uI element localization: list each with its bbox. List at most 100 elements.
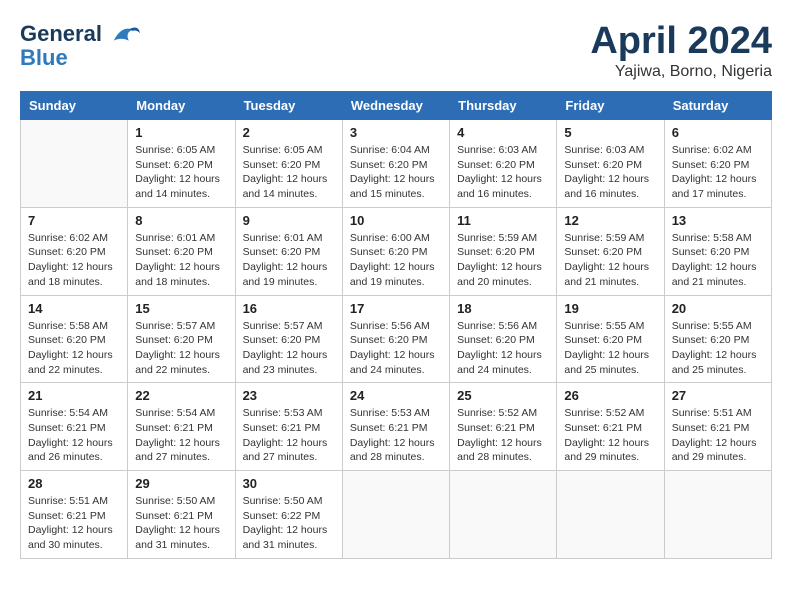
- day-number: 27: [672, 388, 764, 403]
- weekday-header-row: SundayMondayTuesdayWednesdayThursdayFrid…: [21, 92, 772, 120]
- calendar-cell: 12Sunrise: 5:59 AM Sunset: 6:20 PM Dayli…: [557, 207, 664, 295]
- calendar-cell: 23Sunrise: 5:53 AM Sunset: 6:21 PM Dayli…: [235, 383, 342, 471]
- day-info: Sunrise: 6:05 AM Sunset: 6:20 PM Dayligh…: [243, 143, 335, 202]
- day-number: 15: [135, 301, 227, 316]
- week-row-2: 7 Sunrise: 6:02 AM Sunset: 6:20 PM Daylig…: [21, 207, 772, 295]
- day-info: Sunrise: 6:02 AM Sunset: 6:20 PM Dayligh…: [28, 231, 120, 290]
- weekday-header-thursday: Thursday: [450, 92, 557, 120]
- weekday-header-tuesday: Tuesday: [235, 92, 342, 120]
- calendar-cell: 14 Sunrise: 5:58 AM Sunset: 6:20 PM Dayli…: [21, 295, 128, 383]
- logo-general: General: [20, 21, 102, 46]
- day-number: 13: [672, 213, 764, 228]
- day-number: 25: [457, 388, 549, 403]
- day-info: Sunrise: 5:51 AM Sunset: 6:21 PM Dayligh…: [672, 406, 764, 465]
- calendar-cell: 29 Sunrise: 5:50 AM Sunset: 6:21 PM Dayli…: [128, 471, 235, 559]
- page-header: General Blue April 2024 Yajiwa, Borno, N…: [20, 20, 772, 81]
- day-number: 14: [28, 301, 120, 316]
- day-number: 3: [350, 125, 442, 140]
- day-info: Sunrise: 6:00 AM Sunset: 6:20 PM Dayligh…: [350, 231, 442, 290]
- weekday-header-monday: Monday: [128, 92, 235, 120]
- day-number: 18: [457, 301, 549, 316]
- day-info: Sunrise: 5:56 AM Sunset: 6:20 PM Dayligh…: [457, 319, 549, 378]
- logo-bird-icon: [110, 20, 140, 50]
- day-info: Sunrise: 6:02 AM Sunset: 6:20 PM Dayligh…: [672, 143, 764, 202]
- day-info: Sunrise: 5:55 AM Sunset: 6:20 PM Dayligh…: [564, 319, 656, 378]
- week-row-3: 14 Sunrise: 5:58 AM Sunset: 6:20 PM Dayli…: [21, 295, 772, 383]
- day-number: 24: [350, 388, 442, 403]
- calendar-cell: 2 Sunrise: 6:05 AM Sunset: 6:20 PM Daylig…: [235, 120, 342, 208]
- calendar-cell: 6 Sunrise: 6:02 AM Sunset: 6:20 PM Daylig…: [664, 120, 771, 208]
- calendar-cell: 5 Sunrise: 6:03 AM Sunset: 6:20 PM Daylig…: [557, 120, 664, 208]
- month-title: April 2024: [590, 20, 772, 63]
- location: Yajiwa, Borno, Nigeria: [590, 63, 772, 81]
- calendar-table: SundayMondayTuesdayWednesdayThursdayFrid…: [20, 91, 772, 559]
- calendar-cell: 15 Sunrise: 5:57 AM Sunset: 6:20 PM Dayli…: [128, 295, 235, 383]
- day-info: Sunrise: 5:50 AM Sunset: 6:21 PM Dayligh…: [135, 494, 227, 553]
- day-info: Sunrise: 5:58 AM Sunset: 6:20 PM Dayligh…: [28, 319, 120, 378]
- calendar-cell: 20 Sunrise: 5:55 AM Sunset: 6:20 PM Dayli…: [664, 295, 771, 383]
- day-number: 7: [28, 213, 120, 228]
- week-row-5: 28Sunrise: 5:51 AM Sunset: 6:21 PM Dayli…: [21, 471, 772, 559]
- day-number: 23: [243, 388, 335, 403]
- day-info: Sunrise: 5:59 AM Sunset: 6:20 PM Dayligh…: [564, 231, 656, 290]
- day-info: Sunrise: 5:52 AM Sunset: 6:21 PM Dayligh…: [564, 406, 656, 465]
- logo: General Blue: [20, 20, 140, 70]
- day-info: Sunrise: 6:03 AM Sunset: 6:20 PM Dayligh…: [457, 143, 549, 202]
- day-number: 4: [457, 125, 549, 140]
- calendar-cell: 7 Sunrise: 6:02 AM Sunset: 6:20 PM Daylig…: [21, 207, 128, 295]
- calendar-cell: [664, 471, 771, 559]
- calendar-cell: 27 Sunrise: 5:51 AM Sunset: 6:21 PM Dayli…: [664, 383, 771, 471]
- day-number: 6: [672, 125, 764, 140]
- day-info: Sunrise: 5:58 AM Sunset: 6:20 PM Dayligh…: [672, 231, 764, 290]
- day-number: 16: [243, 301, 335, 316]
- day-number: 20: [672, 301, 764, 316]
- day-number: 19: [564, 301, 656, 316]
- weekday-header-wednesday: Wednesday: [342, 92, 449, 120]
- calendar-cell: 21 Sunrise: 5:54 AM Sunset: 6:21 PM Dayli…: [21, 383, 128, 471]
- day-info: Sunrise: 5:53 AM Sunset: 6:21 PM Dayligh…: [350, 406, 442, 465]
- day-info: Sunrise: 5:51 AM Sunset: 6:21 PM Dayligh…: [28, 494, 120, 553]
- day-number: 9: [243, 213, 335, 228]
- calendar-cell: [450, 471, 557, 559]
- week-row-4: 21 Sunrise: 5:54 AM Sunset: 6:21 PM Dayli…: [21, 383, 772, 471]
- weekday-header-friday: Friday: [557, 92, 664, 120]
- day-info: Sunrise: 6:01 AM Sunset: 6:20 PM Dayligh…: [135, 231, 227, 290]
- day-number: 5: [564, 125, 656, 140]
- day-info: Sunrise: 6:01 AM Sunset: 6:20 PM Dayligh…: [243, 231, 335, 290]
- calendar-cell: 9 Sunrise: 6:01 AM Sunset: 6:20 PM Daylig…: [235, 207, 342, 295]
- day-info: Sunrise: 5:57 AM Sunset: 6:20 PM Dayligh…: [243, 319, 335, 378]
- weekday-header-sunday: Sunday: [21, 92, 128, 120]
- day-number: 29: [135, 476, 227, 491]
- weekday-header-saturday: Saturday: [664, 92, 771, 120]
- calendar-cell: 10Sunrise: 6:00 AM Sunset: 6:20 PM Dayli…: [342, 207, 449, 295]
- calendar-cell: 24 Sunrise: 5:53 AM Sunset: 6:21 PM Dayli…: [342, 383, 449, 471]
- calendar-cell: 16 Sunrise: 5:57 AM Sunset: 6:20 PM Dayli…: [235, 295, 342, 383]
- calendar-cell: 26 Sunrise: 5:52 AM Sunset: 6:21 PM Dayli…: [557, 383, 664, 471]
- calendar-cell: [21, 120, 128, 208]
- day-number: 2: [243, 125, 335, 140]
- calendar-cell: 17Sunrise: 5:56 AM Sunset: 6:20 PM Dayli…: [342, 295, 449, 383]
- calendar-cell: 19 Sunrise: 5:55 AM Sunset: 6:20 PM Dayli…: [557, 295, 664, 383]
- calendar-cell: 30 Sunrise: 5:50 AM Sunset: 6:22 PM Dayli…: [235, 471, 342, 559]
- calendar-cell: 4 Sunrise: 6:03 AM Sunset: 6:20 PM Daylig…: [450, 120, 557, 208]
- day-number: 22: [135, 388, 227, 403]
- day-info: Sunrise: 5:55 AM Sunset: 6:20 PM Dayligh…: [672, 319, 764, 378]
- day-number: 1: [135, 125, 227, 140]
- title-block: April 2024 Yajiwa, Borno, Nigeria: [590, 20, 772, 81]
- day-info: Sunrise: 5:54 AM Sunset: 6:21 PM Dayligh…: [28, 406, 120, 465]
- day-info: Sunrise: 5:56 AM Sunset: 6:20 PM Dayligh…: [350, 319, 442, 378]
- day-number: 21: [28, 388, 120, 403]
- calendar-cell: [342, 471, 449, 559]
- day-info: Sunrise: 5:50 AM Sunset: 6:22 PM Dayligh…: [243, 494, 335, 553]
- day-number: 11: [457, 213, 549, 228]
- day-number: 26: [564, 388, 656, 403]
- day-info: Sunrise: 5:54 AM Sunset: 6:21 PM Dayligh…: [135, 406, 227, 465]
- day-info: Sunrise: 5:59 AM Sunset: 6:20 PM Dayligh…: [457, 231, 549, 290]
- calendar-cell: 13 Sunrise: 5:58 AM Sunset: 6:20 PM Dayli…: [664, 207, 771, 295]
- day-info: Sunrise: 5:57 AM Sunset: 6:20 PM Dayligh…: [135, 319, 227, 378]
- day-number: 30: [243, 476, 335, 491]
- day-info: Sunrise: 6:05 AM Sunset: 6:20 PM Dayligh…: [135, 143, 227, 202]
- calendar-cell: 18 Sunrise: 5:56 AM Sunset: 6:20 PM Dayli…: [450, 295, 557, 383]
- day-info: Sunrise: 6:03 AM Sunset: 6:20 PM Dayligh…: [564, 143, 656, 202]
- day-info: Sunrise: 5:52 AM Sunset: 6:21 PM Dayligh…: [457, 406, 549, 465]
